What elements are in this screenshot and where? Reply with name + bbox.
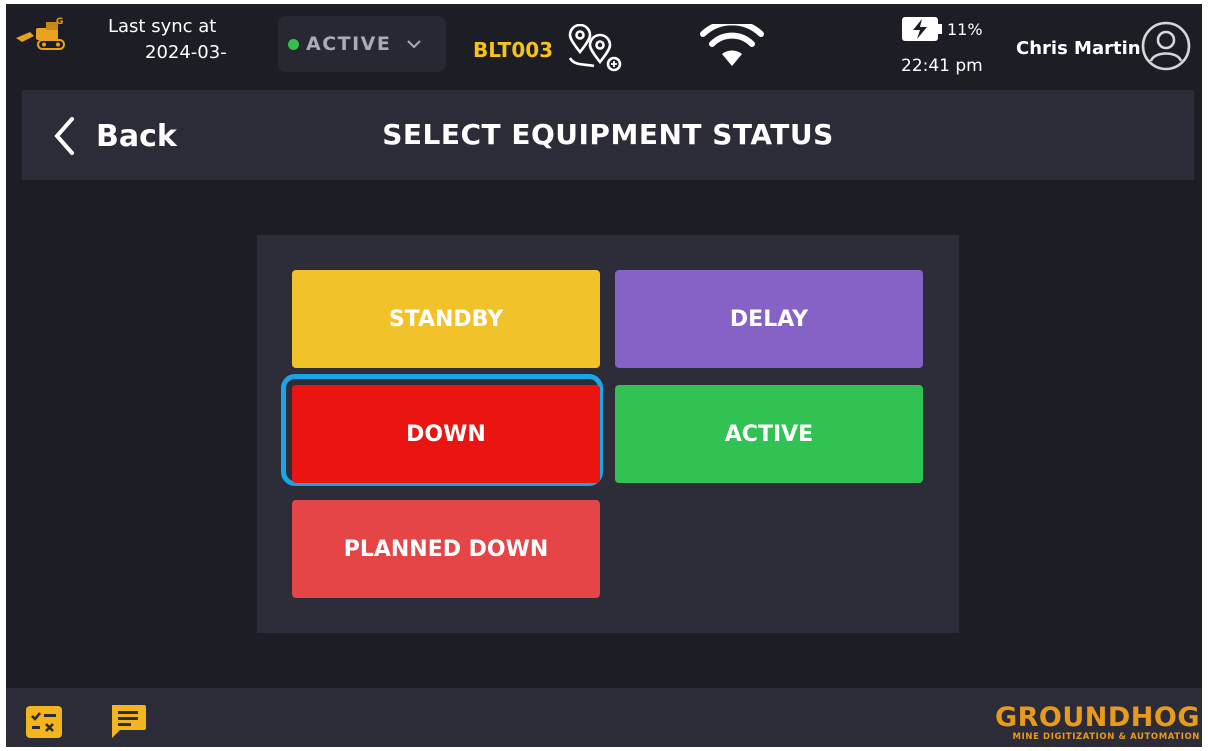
wifi-icon <box>700 24 764 66</box>
user-avatar-icon[interactable] <box>1140 20 1192 72</box>
battery-charging-icon <box>902 17 942 41</box>
standby-button[interactable]: STANDBY <box>292 270 600 368</box>
battery-indicator: 11% <box>901 16 983 42</box>
status-bar: G Last sync at 2024-03- ACTIVE BLT003 11… <box>6 4 1202 88</box>
planned-down-button[interactable]: PLANNED DOWN <box>292 500 600 598</box>
battery-percent: 11% <box>947 19 983 39</box>
route-pins-icon[interactable] <box>564 24 626 74</box>
down-button[interactable]: DOWN <box>292 385 600 483</box>
current-status: ACTIVE <box>306 33 392 55</box>
app-screen: G Last sync at 2024-03- ACTIVE BLT003 11… <box>6 4 1202 747</box>
chat-icon[interactable] <box>108 702 148 740</box>
sync-date: 2024-03- <box>145 42 227 63</box>
brand-name: GROUNDHOG <box>994 702 1200 733</box>
status-dot <box>288 38 299 50</box>
page-title: SELECT EQUIPMENT STATUS <box>382 118 834 151</box>
chevron-down-icon <box>407 40 422 49</box>
active-button[interactable]: ACTIVE <box>615 385 923 483</box>
equipment-status-dropdown[interactable]: ACTIVE <box>278 16 446 72</box>
delay-button[interactable]: DELAY <box>615 270 923 368</box>
brand-logo: GROUNDHOG MINE DIGITIZATION & AUTOMATION <box>994 702 1200 743</box>
checklist-icon[interactable] <box>24 702 64 742</box>
sync-label: Last sync at <box>108 16 217 37</box>
status-options-panel: STANDBY DELAY DOWN ACTIVE PLANNED DOWN <box>257 235 959 633</box>
clock: 22:41 pm <box>901 56 983 76</box>
page-header: Back SELECT EQUIPMENT STATUS <box>22 90 1194 180</box>
last-sync-info: Last sync at 2024-03- <box>108 14 227 66</box>
bottom-bar: GROUNDHOG MINE DIGITIZATION & AUTOMATION <box>6 688 1202 747</box>
equipment-id: BLT003 <box>473 38 554 62</box>
user-name[interactable]: Chris Martin <box>1016 38 1141 59</box>
brand-tagline: MINE DIGITIZATION & AUTOMATION <box>1012 732 1200 742</box>
excavator-logo-icon: G <box>16 17 65 50</box>
